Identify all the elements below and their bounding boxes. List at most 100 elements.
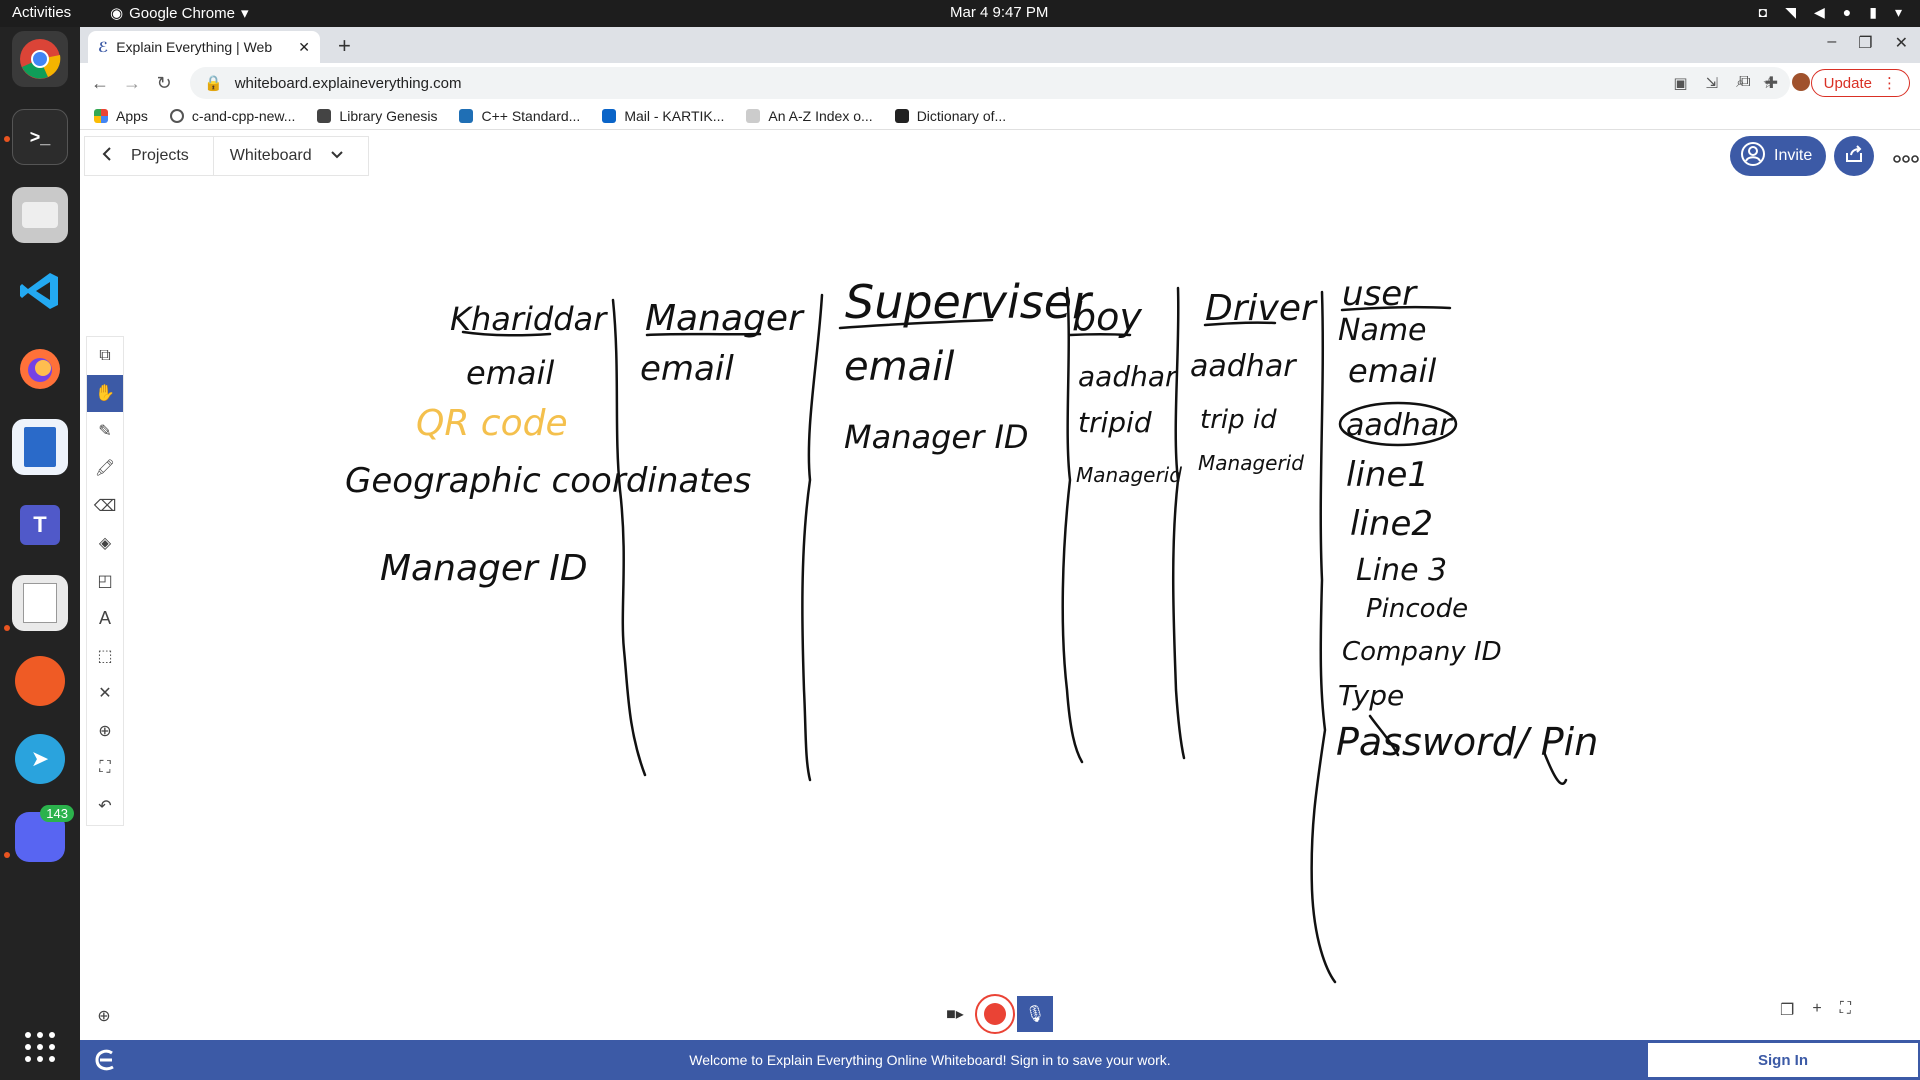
hand-tool[interactable]: ✋ xyxy=(87,374,123,412)
bookmark-item[interactable]: An A-Z Index o... xyxy=(746,108,873,124)
close-icon: ✕ xyxy=(98,685,112,703)
whiteboard-column-header: Manager xyxy=(645,298,805,339)
whiteboard-column-header: boy xyxy=(1072,295,1142,339)
fill-tool[interactable]: ◈ xyxy=(87,525,123,563)
whiteboard-field: Pincode xyxy=(1366,594,1468,624)
clock[interactable]: Mar 4 9:47 PM xyxy=(950,4,1048,21)
bookmark-item[interactable]: C++ Standard... xyxy=(459,108,580,124)
delete-tool[interactable]: ✕ xyxy=(87,675,123,713)
undo-tool[interactable]: ↶ xyxy=(87,787,123,825)
new-slide-tool[interactable]: ⧉ xyxy=(87,337,123,375)
chrome-small-icon: ◉ xyxy=(110,5,124,22)
whiteboard-field: Manager ID xyxy=(380,548,588,589)
vscode-icon[interactable] xyxy=(12,263,68,319)
minimize-icon[interactable]: – xyxy=(1827,33,1836,53)
reload-icon[interactable]: ↻ xyxy=(148,73,180,94)
board-name-dropdown[interactable]: Whiteboard xyxy=(212,137,368,175)
bookmark-apps[interactable]: Apps xyxy=(94,108,148,124)
chrome-icon[interactable] xyxy=(12,31,68,87)
window-controls: – ❐ ✕ xyxy=(1827,33,1908,53)
activities-button[interactable]: Activities xyxy=(12,4,71,21)
projects-link[interactable]: Projects xyxy=(85,137,213,175)
more-horizontal-icon xyxy=(1893,143,1919,169)
bookmark-item[interactable]: c-and-cpp-new... xyxy=(169,108,295,124)
more-options-button[interactable] xyxy=(1886,136,1920,176)
extension-icon[interactable]: ⧉ xyxy=(1739,73,1750,93)
board-name: Whiteboard xyxy=(229,147,312,164)
camera-button[interactable]: ■▸ xyxy=(935,996,975,1032)
whiteboard-column-header: Driver xyxy=(1205,288,1318,329)
puzzle-icon[interactable]: ✚ xyxy=(1765,73,1778,93)
text-editor-icon[interactable] xyxy=(12,575,68,631)
record-button[interactable] xyxy=(975,994,1015,1034)
firefox-icon[interactable] xyxy=(12,341,68,397)
back-icon[interactable]: ← xyxy=(84,73,116,94)
divider-line xyxy=(801,293,824,782)
highlighter-tool[interactable]: 🖍 xyxy=(87,450,123,488)
globe-icon xyxy=(169,109,184,123)
app-menu[interactable]: ◉ Google Chrome ▾ xyxy=(110,4,249,23)
wifi-icon: ◥ xyxy=(1785,4,1796,20)
address-bar[interactable]: 🔒 whiteboard.explaineverything.com ▣ ⇲ ⌕… xyxy=(190,67,1790,99)
highlighter-icon: 🖍 xyxy=(94,460,116,478)
record-icon xyxy=(984,1003,1006,1025)
inspect-tool[interactable]: ⛶ xyxy=(87,750,123,788)
camera-blocked-icon[interactable]: ▣ xyxy=(1673,74,1687,92)
update-button[interactable]: Update ⋮ xyxy=(1810,69,1910,97)
whiteboard-field: Password/ Pin xyxy=(1336,720,1598,764)
divider-line xyxy=(1310,290,1337,984)
forward-icon[interactable]: → xyxy=(116,73,148,94)
zoom-button[interactable]: ⊕ xyxy=(86,998,122,1034)
text-tool[interactable]: A xyxy=(87,600,123,638)
maximize-icon[interactable]: ❐ xyxy=(1858,33,1872,53)
laser-pointer-tool[interactable]: ⊕ xyxy=(87,712,123,750)
eraser-tool[interactable]: ⌫ xyxy=(87,487,123,525)
pen-tool[interactable]: ✎ xyxy=(87,412,123,450)
bookmark-item[interactable]: Library Genesis xyxy=(317,108,437,124)
whiteboard-column-header: Khariddar xyxy=(450,300,608,338)
close-window-icon[interactable]: ✕ xyxy=(1895,33,1908,53)
invite-button[interactable]: Invite xyxy=(1730,136,1827,176)
app-grid-icon[interactable] xyxy=(12,1019,68,1075)
files-icon[interactable] xyxy=(12,187,68,243)
telegram-icon[interactable]: ➤ xyxy=(12,731,68,787)
bookmark-item[interactable]: Dictionary of... xyxy=(894,108,1006,124)
duplicate-icon: ⧉ xyxy=(99,346,111,364)
whiteboard-field: Geographic coordinates xyxy=(345,461,751,501)
insert-tool[interactable]: ⬚ xyxy=(87,637,123,675)
whiteboard-field: Managerid xyxy=(1076,463,1182,487)
notification-badge: 143 xyxy=(40,805,74,822)
whiteboard-field: Type xyxy=(1338,679,1404,712)
slides-overview-icon[interactable]: ❐ xyxy=(1780,1000,1794,1020)
discord-tray-icon[interactable]: ◘ xyxy=(1759,4,1767,21)
browser-tab[interactable]: ℰ Explain Everything | Web ✕ xyxy=(88,31,320,63)
microphone-button[interactable]: 🎙 xyxy=(1017,996,1053,1032)
app-menu-label: Google Chrome xyxy=(129,4,235,22)
extensions: ⧉ ✚ xyxy=(1739,73,1810,93)
new-tab-button[interactable]: + xyxy=(338,33,351,59)
shapes-tool[interactable]: ◰ xyxy=(87,562,123,600)
whiteboard-field: trip id xyxy=(1200,405,1277,435)
profile-avatar[interactable] xyxy=(1792,73,1810,91)
document-viewer-icon[interactable] xyxy=(12,419,68,475)
whiteboard-field: line2 xyxy=(1350,504,1433,544)
tab-strip: ℰ Explain Everything | Web ✕ + – ❐ ✕ xyxy=(80,27,1920,63)
system-tray[interactable]: ◘ ◥ ◀ ● ▮ ▾ xyxy=(1759,4,1902,21)
text-icon: A xyxy=(98,607,111,628)
teams-icon[interactable]: T xyxy=(12,497,68,553)
chevron-down-icon xyxy=(330,147,344,165)
install-icon[interactable]: ⇲ xyxy=(1706,74,1719,92)
add-slide-icon[interactable]: + xyxy=(1812,1000,1821,1020)
fullscreen-icon[interactable]: ⛶ xyxy=(1840,1000,1851,1020)
url-text: whiteboard.explaineverything.com xyxy=(234,74,462,92)
terminal-icon[interactable]: >_ xyxy=(12,109,68,165)
sign-in-button[interactable]: Sign In xyxy=(1648,1043,1918,1077)
share-button[interactable] xyxy=(1834,136,1874,176)
postman-icon[interactable] xyxy=(12,653,68,709)
bookmark-item[interactable]: Mail - KARTIK... xyxy=(602,108,724,124)
pencil-icon: ✎ xyxy=(98,422,112,440)
discord-icon[interactable]: 143 xyxy=(12,805,74,865)
breadcrumb: Projects Whiteboard xyxy=(84,136,369,176)
close-tab-icon[interactable]: ✕ xyxy=(298,39,310,56)
whiteboard-canvas[interactable]: Khariddar Manager Superviser boy Driver … xyxy=(80,130,1920,1040)
